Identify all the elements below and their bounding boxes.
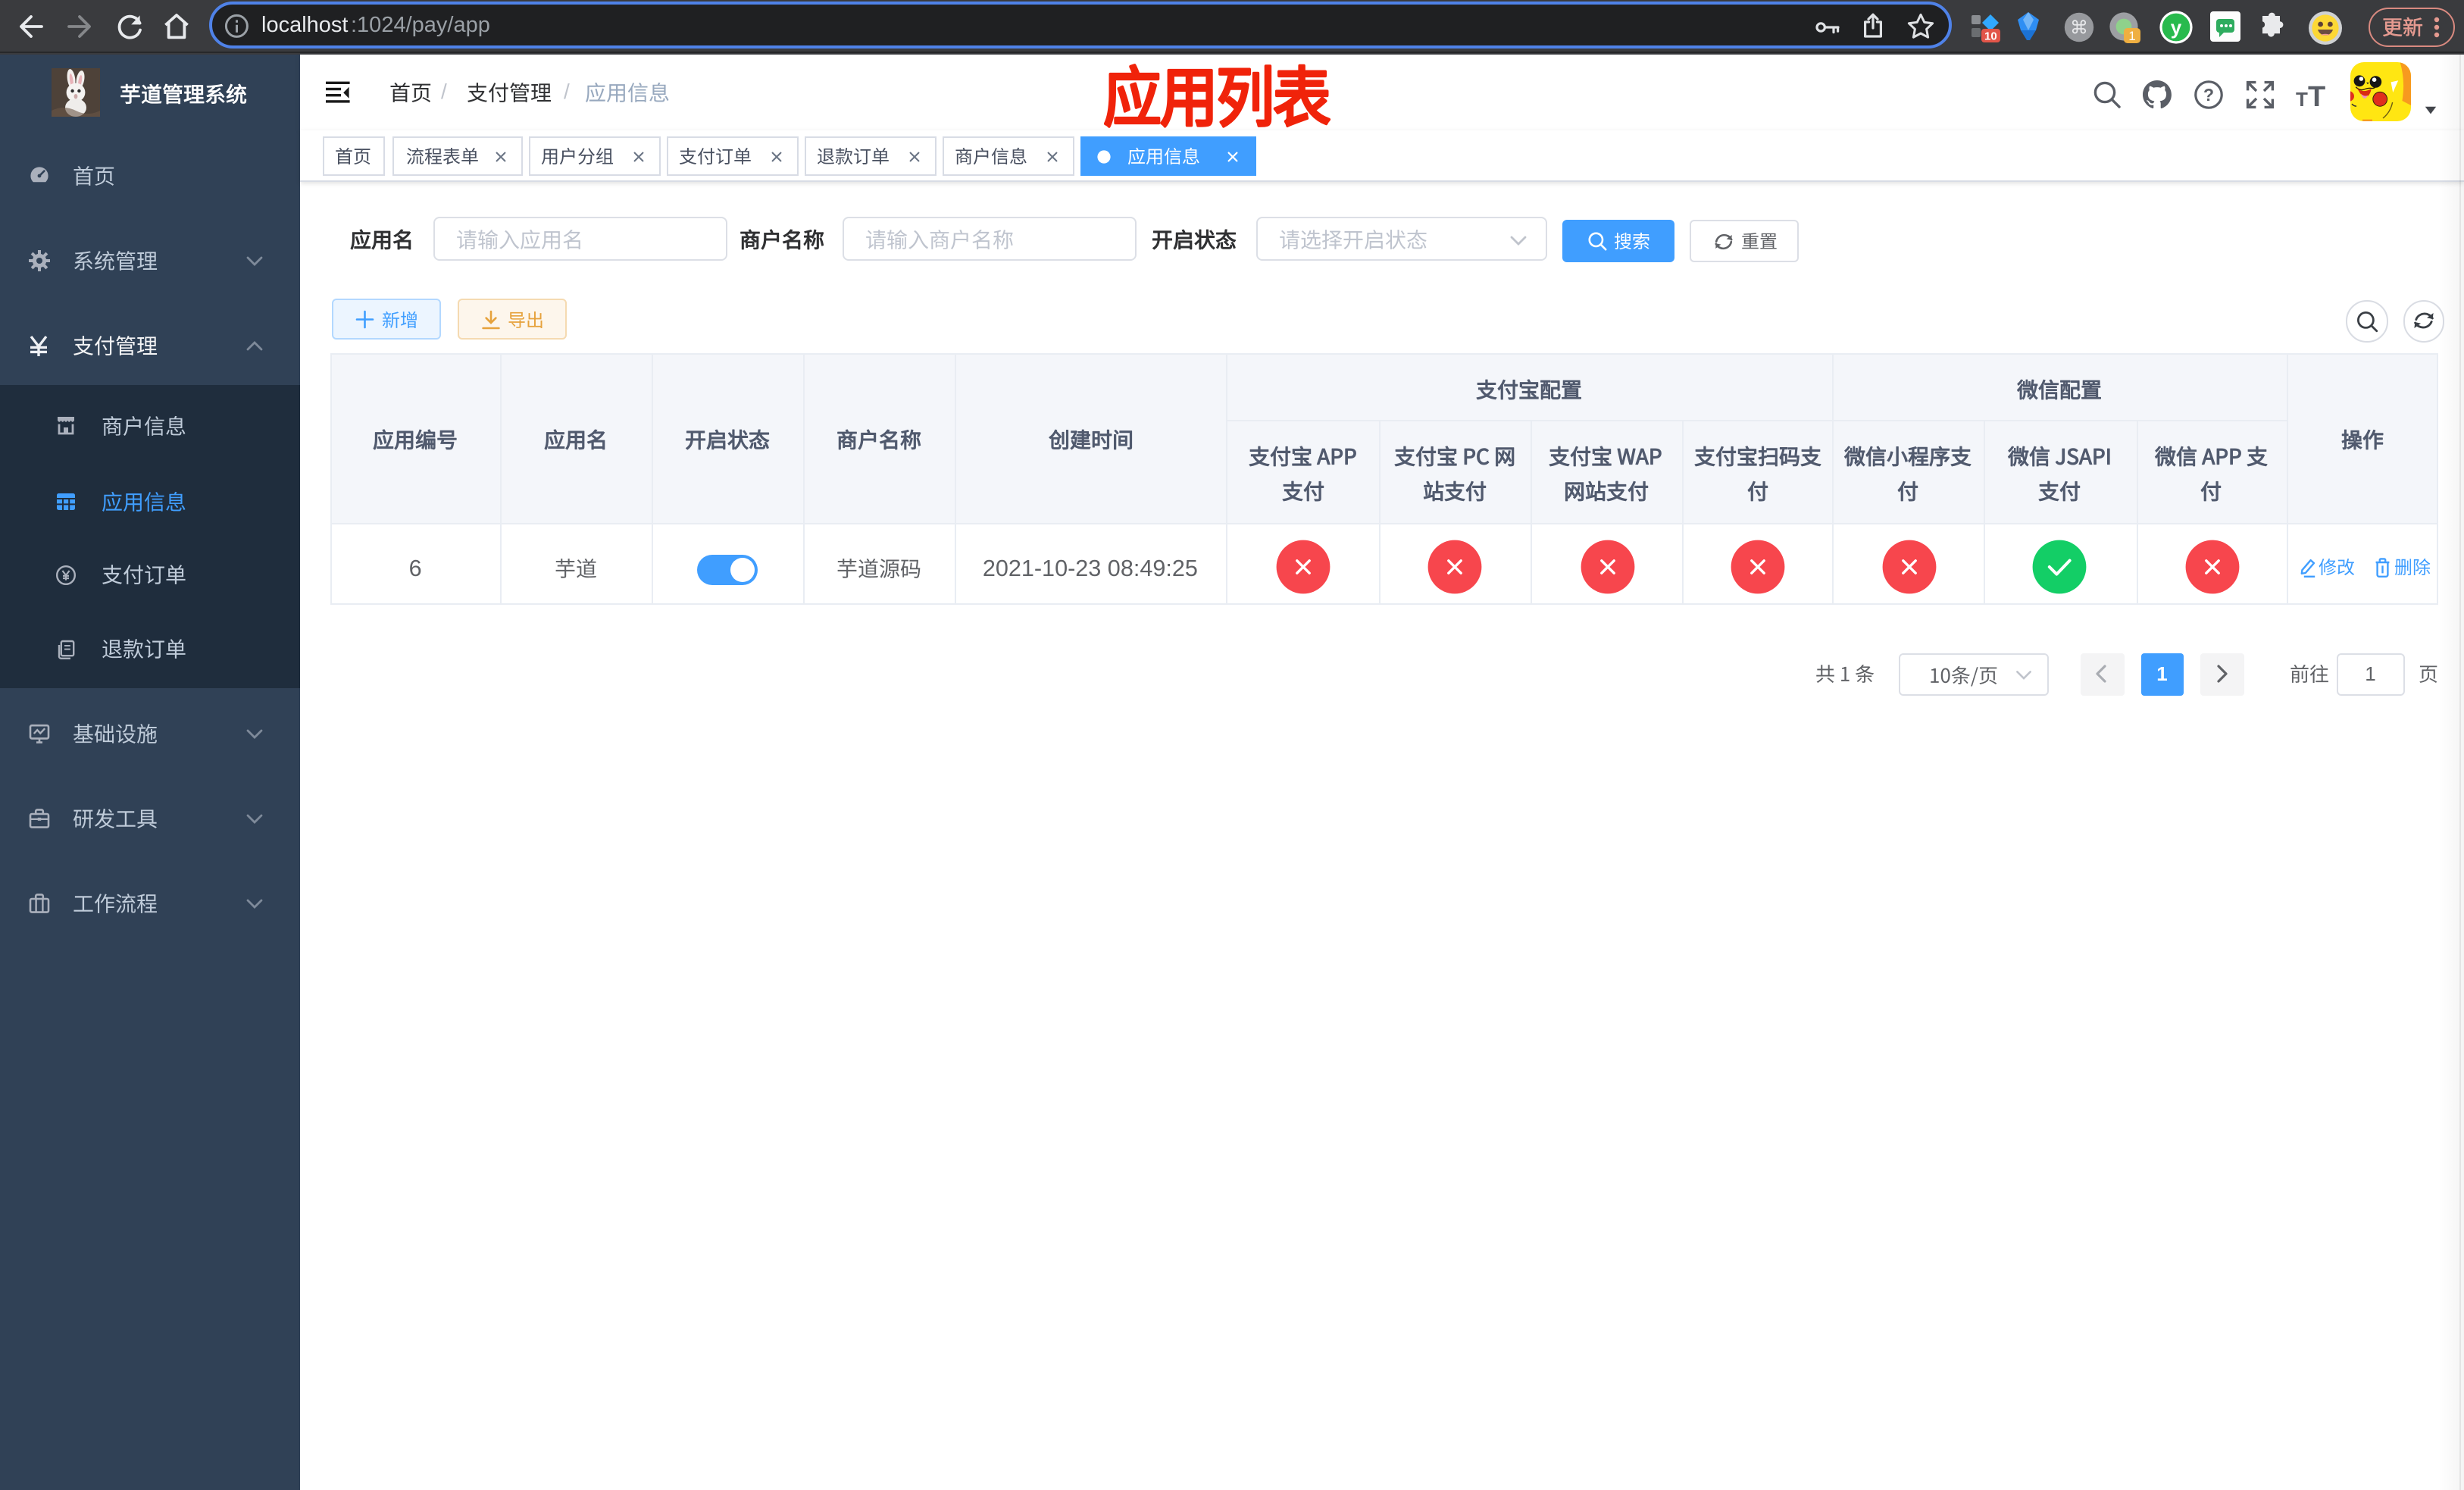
svg-text:⌘: ⌘ [2070,17,2088,37]
svg-text:y: y [2171,15,2182,38]
svg-text:T: T [2308,81,2325,113]
svg-text:?: ? [2203,85,2214,105]
svg-text:1: 1 [2128,28,2135,42]
svg-text:10: 10 [1984,30,1997,42]
svg-text:T: T [2296,88,2308,111]
